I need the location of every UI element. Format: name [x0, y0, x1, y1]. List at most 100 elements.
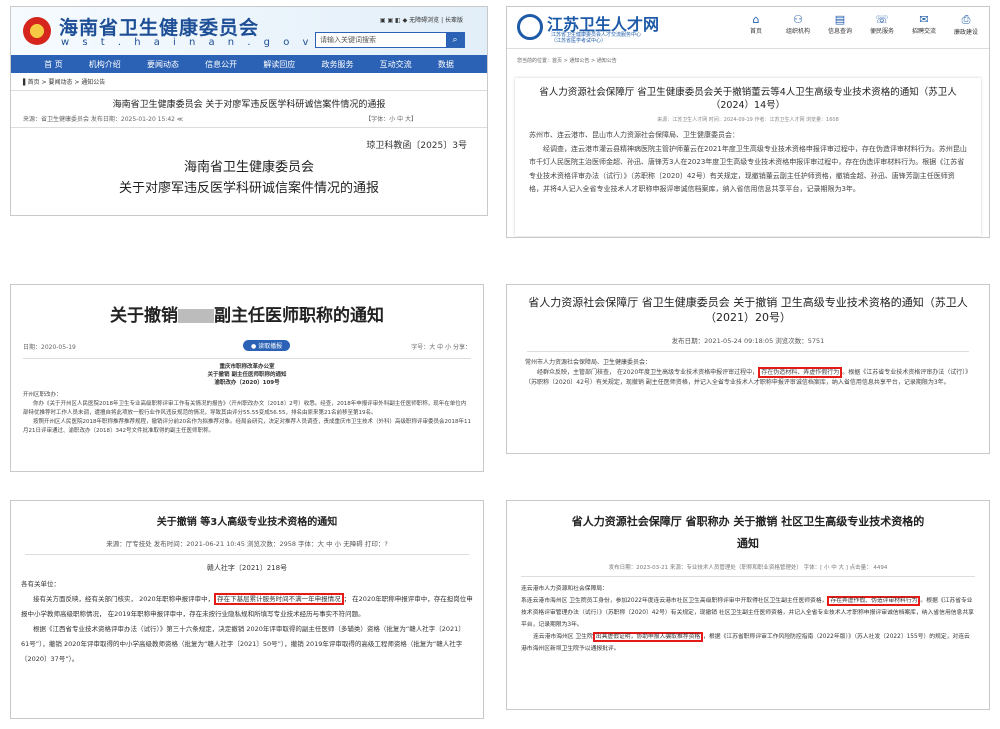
- breadcrumb[interactable]: ▌首页 > 要闻动态 > 通知公告: [11, 73, 487, 91]
- search-icon: ⌕: [452, 35, 458, 45]
- nav-item[interactable]: 解读回应: [263, 59, 295, 70]
- site-header: 海南省卫生健康委员会 w s t . h a i n a n . g o v .…: [11, 7, 487, 55]
- jiangxi-notice-panel: 关于撤销 等3人高级专业技术资格的通知 来源：厅专技处 发布时间：2021-06…: [10, 500, 484, 719]
- phone-icon: ☏: [875, 13, 889, 26]
- article-meta[interactable]: 发布日期：2023-03-21 来源：专业技术人员管理处（职称和职业资格管理处）…: [521, 563, 975, 577]
- document-number: 琼卫科教函〔2025〕3号: [366, 141, 467, 151]
- paragraph: 连云港市海州区 卫生院 出具虚假证明，协助申报人骗取推荐资格 ，根据《江苏省职称评审…: [521, 631, 975, 655]
- hainan-notice-panel: 海南省卫生健康委员会 w s t . h a i n a n . g o v .…: [10, 6, 488, 216]
- issuer-line: 渝职改办〔2020〕109号: [214, 380, 280, 386]
- issuer-line: 重庆市职称改革办公室: [219, 364, 275, 370]
- paragraph: 经调查，连云港市灌云县精神病医院主管护师董云在2021年度卫生高级专业技术资格申…: [529, 144, 967, 194]
- nav-item[interactable]: 要闻动态: [147, 59, 179, 70]
- article-title: 省人力资源社会保障厅 省职称办 关于撤销 社区卫生高级专业技术资格的 通知: [507, 511, 989, 555]
- redacted-name: [178, 309, 214, 323]
- site-header: 江苏卫生人才网 江苏省卫生健康委员会人才交流服务中心 （江苏省医学考试中心） ⌂…: [507, 7, 989, 49]
- top-links[interactable]: ▣ ▣ ◧ ◆ 无障碍浏览 | 长辈版: [380, 15, 463, 24]
- article-title: 关于撤销 等3人高级专业技术资格的通知: [156, 517, 338, 528]
- title-line: 省人力资源社会保障厅 省职称办 关于撤销 社区卫生高级专业技术资格的: [571, 515, 925, 528]
- paragraph: 各有关单位：: [21, 580, 60, 588]
- heading-line-2: 关于对廖军违反医学科研诚信案件情况的通报: [118, 181, 379, 196]
- home-icon: ⌂: [752, 13, 760, 26]
- highlight-box: 存在弄虚作假、伪造评审材料行为: [827, 596, 921, 606]
- nav-item-home[interactable]: ⌂ 首页: [741, 13, 771, 36]
- jiangsu-2021-notice-panel: 省人力资源社会保障厅 省卫生健康委员会 关于撤销 卫生高级专业技术资格的通知（苏…: [506, 284, 990, 454]
- read-aloud-button[interactable]: ● 读取播报: [243, 340, 291, 351]
- font-size-selector[interactable]: 【字体：小 中 大】: [365, 114, 417, 123]
- paragraph: 连云港市人力资源和社会保障局：: [521, 586, 608, 592]
- text-run: 系连云港市海州区 卫生院员工身份，参加2022年度连云港市社区卫生高级职称评审中…: [521, 598, 828, 604]
- paragraph: 根据《江西省专业技术资格评审办法（试行）》第三十六条规定，决定撤销 2020年评…: [21, 625, 465, 663]
- article-meta: 来源：江苏卫生人才网 时间：2024-09-19 作者：江苏卫生人才网 浏览量：…: [657, 117, 839, 123]
- text-run: 连云港市海州区 卫生院: [533, 634, 593, 640]
- article-body: 开州区职改办： 你办《关于开州区人民医院2018年卫生专业高级职称评审工作有关情…: [11, 387, 483, 440]
- article-card: 省人力资源社会保障厅 省卫生健康委员会关于撤销董云等4人卫生高级专业技术资格的通…: [515, 78, 981, 236]
- meta-text: 来源：省卫生健康委员会 发布日期：2025-01-20 15:42 ≪: [23, 116, 184, 123]
- title-part: 副主任医师职称的通知: [214, 306, 384, 326]
- nav-label: 招聘交流: [911, 28, 936, 35]
- title-part: 关于撤销: [110, 306, 178, 326]
- paragraph: 常州市人力资源社会保障局、卫生健康委员会：: [525, 359, 652, 366]
- article-meta: 发布日期：2021-05-24 09:18:05 浏览次数：5751: [527, 335, 969, 352]
- lianyungang-notice-panel: 省人力资源社会保障厅 省职称办 关于撤销 社区卫生高级专业技术资格的 通知 发布…: [506, 500, 990, 710]
- article-title: 海南省卫生健康委员会 关于对廖军违反医学科研诚信案件情况的通报: [112, 100, 386, 110]
- article-title: 省人力资源社会保障厅 省卫生健康委员会 关于撤销 卫生高级专业技术资格的通知（苏…: [528, 296, 968, 324]
- highlight-box: 存在伪造材料、弄虚作假行为: [758, 367, 843, 378]
- nav-item-integrity[interactable]: ⎙ 廉政建设: [951, 13, 981, 36]
- article-meta: 来源：省卫生健康委员会 发布日期：2025-01-20 15:42 ≪ 【字体：…: [11, 110, 487, 128]
- highlight-box: 出具虚假证明，协助申报人骗取推荐资格: [592, 632, 704, 642]
- date-text: 日期：2020-05-19: [23, 344, 76, 351]
- nav-label: 廉政建设: [953, 29, 978, 36]
- nav-label: 便民服务: [869, 28, 894, 35]
- nav-item[interactable]: 信息公开: [205, 59, 237, 70]
- search-button[interactable]: ⌕: [446, 33, 464, 47]
- nav-item[interactable]: 首 页: [44, 59, 63, 70]
- article-meta: 日期：2020-05-19 ● 读取播报 字号：大 中 小 分享：: [23, 340, 471, 354]
- heading-line-1: 海南省卫生健康委员会: [183, 160, 314, 175]
- jiangsu-notice-panel: 江苏卫生人才网 江苏省卫生健康委员会人才交流服务中心 （江苏省医学考试中心） ⌂…: [506, 6, 990, 238]
- article-body: 各有关单位： 接有关方面反映，经有关部门核实， 2020年职称申报评审中， 存在下…: [11, 573, 483, 671]
- paragraph: 开州区职改办：: [23, 392, 62, 398]
- paragraph: 你办《关于开州区人民医院2018年卫生专业高级职称评审工作有关情况的报告》（开州…: [23, 401, 467, 416]
- search-placeholder: 请输入关键词搜索: [320, 36, 376, 44]
- nav-item[interactable]: 数据: [438, 59, 454, 70]
- document-icon: ▤: [834, 13, 846, 26]
- article-title: 关于撤销 副主任医师职称的通知: [11, 301, 483, 326]
- article-body: 常州市人力资源社会保障局、卫生健康委员会： 经群众反映，主管部门核查， 在202…: [507, 352, 989, 394]
- paragraph: 按照开州区人民医院2018年职称推荐推荐规程，撤销评分前20名作为拟推荐对象。经…: [23, 419, 471, 434]
- search-input[interactable]: 请输入关键词搜索 ⌕: [315, 32, 465, 48]
- font-share-controls[interactable]: 字号：大 中 小 分享：: [411, 342, 471, 351]
- nav-item[interactable]: 机构介绍: [89, 59, 121, 70]
- text-run: 接有关方面反映，经有关部门核实， 2020年职称申报评审中，: [33, 595, 215, 603]
- nav-item[interactable]: 互动交流: [380, 59, 412, 70]
- main-nav: ⌂ 首页 ⚇ 组织机构 ▤ 信息查询 ☏ 便民服务 ✉ 招聘交流 ⎙ 廉政建设: [741, 13, 981, 36]
- site-subtitle-line: （江苏省医学考试中心）: [551, 38, 607, 44]
- highlight-box: 存在下基层累计服务时间不满一年申报情况: [214, 593, 344, 605]
- issuer-block: 重庆市职称改革办公室 关于撤销 副主任医师职称的通知 渝职改办〔2020〕109…: [11, 363, 483, 387]
- nav-item-org[interactable]: ⚇ 组织机构: [783, 13, 813, 36]
- mail-icon: ✉: [919, 13, 929, 26]
- nav-item-jobs[interactable]: ✉ 招聘交流: [909, 13, 939, 36]
- nav-item-service[interactable]: ☏ 便民服务: [867, 13, 897, 36]
- org-chart-icon: ⚇: [793, 13, 803, 26]
- document-number: 赣人社字〔2021〕218号: [206, 564, 288, 572]
- article-body: 连云港市人力资源和社会保障局： 系连云港市海州区 卫生院员工身份，参加2022年…: [507, 577, 989, 661]
- nav-label: 信息查询: [827, 28, 852, 35]
- print-icon: ⎙: [961, 13, 971, 26]
- article-body: 苏州市、连云港市、昆山市人力资源社会保障局、卫生健康委员会： 经调查，连云港市灌…: [529, 129, 967, 197]
- paragraph: 苏州市、连云港市、昆山市人力资源社会保障局、卫生健康委员会：: [529, 131, 739, 139]
- nav-item[interactable]: 政务服务: [321, 59, 353, 70]
- paragraph: 系连云港市海州区 卫生院员工身份，参加2022年度连云港市社区卫生高级职称评审中…: [521, 595, 975, 631]
- nav-label: 首页: [749, 28, 762, 35]
- site-logo-icon: [517, 14, 543, 40]
- main-nav: 首 页 机构介绍 要闻动态 信息公开 解读回应 政务服务 互动交流 数据: [11, 55, 487, 73]
- breadcrumb[interactable]: 您当前的位置：首页 > 通知公告 > 通知公告: [507, 49, 989, 72]
- divider: [23, 358, 471, 359]
- title-line: 通知: [737, 537, 759, 550]
- nav-item-query[interactable]: ▤ 信息查询: [825, 13, 855, 36]
- site-title[interactable]: 海南省卫生健康委员会: [59, 13, 259, 40]
- article-meta[interactable]: 来源：厅专技处 发布时间：2021-06-21 10:45 浏览次数：2958 …: [25, 538, 469, 555]
- site-subtitle: 江苏省卫生健康委员会人才交流服务中心 （江苏省医学考试中心）: [551, 32, 641, 44]
- chongqing-notice-panel: 关于撤销 副主任医师职称的通知 日期：2020-05-19 ● 读取播报 字号：大…: [10, 284, 484, 472]
- paragraph: 经群众反映，主管部门核查， 在2020年度卫生高级专业技术资格申报评审过程中，存…: [525, 367, 971, 388]
